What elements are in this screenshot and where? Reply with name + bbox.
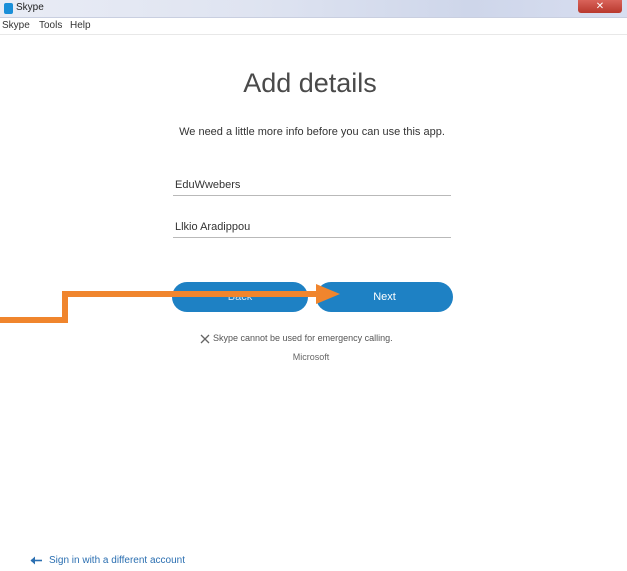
next-button[interactable]: Next (316, 282, 453, 312)
emergency-notice: Skype cannot be used for emergency calli… (200, 333, 393, 344)
page-title: Add details (243, 68, 377, 98)
sign-in-different-account-label: Sign in with a different account (49, 555, 186, 566)
emergency-notice-text: Skype cannot be used for emergency calli… (213, 333, 393, 343)
last-name-field[interactable] (173, 216, 451, 238)
first-name-field[interactable] (173, 174, 451, 196)
menu-help[interactable]: Help (70, 20, 91, 31)
skype-app-icon (4, 3, 13, 14)
sign-in-different-account-link[interactable]: Sign in with a different account (30, 555, 185, 566)
page-subtitle: We need a little more info before you ca… (179, 126, 445, 138)
close-window-button[interactable]: ✕ (578, 0, 622, 13)
menu-tools[interactable]: Tools (39, 20, 62, 31)
title-bar: Skype ✕ (0, 0, 627, 18)
back-button[interactable]: Back (172, 282, 308, 312)
menu-bar: Skype Tools Help (0, 18, 627, 35)
back-arrow-icon (30, 556, 43, 565)
window-title: Skype (16, 2, 44, 13)
microsoft-label: Microsoft (292, 352, 330, 362)
menu-skype[interactable]: Skype (2, 20, 30, 31)
no-emergency-icon (200, 334, 210, 344)
